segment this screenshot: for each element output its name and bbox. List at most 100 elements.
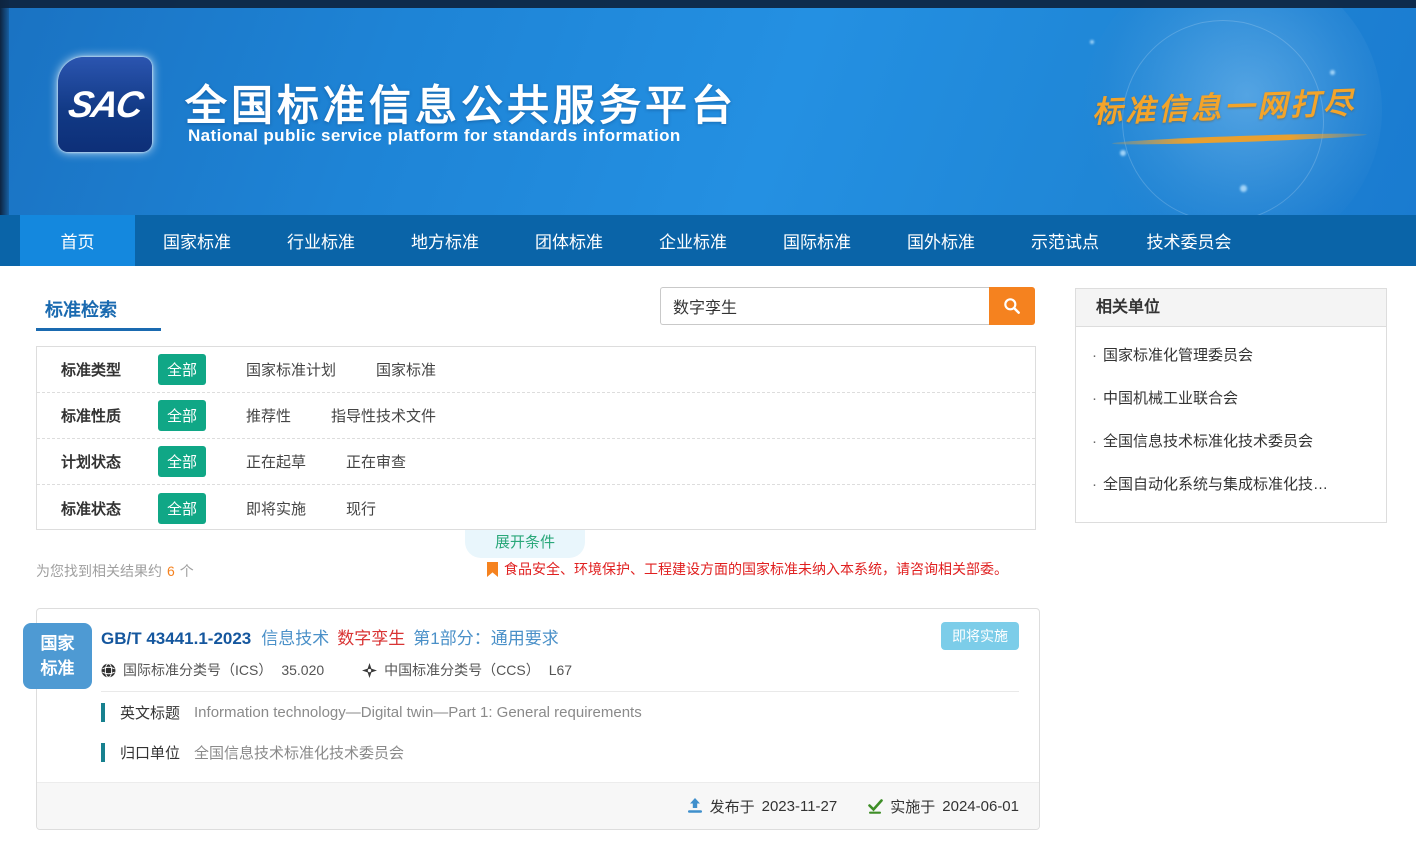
results-summary: 为您找到相关结果约 6 个 bbox=[36, 561, 194, 581]
filter-option[interactable]: 现行 bbox=[346, 498, 376, 519]
search-input[interactable] bbox=[660, 287, 989, 325]
standard-title-rest: 第1部分：通用要求 bbox=[413, 624, 558, 649]
list-bullet: · bbox=[1092, 476, 1097, 493]
related-units-panel: 相关单位 ·国家标准化管理委员会 ·中国机械工业联合会 ·全国信息技术标准化技术… bbox=[1075, 288, 1387, 523]
section-tab-underline bbox=[36, 328, 161, 331]
compass-icon bbox=[362, 663, 377, 678]
standard-title-segment: 信息技术 bbox=[261, 624, 329, 649]
decor-dot bbox=[1240, 185, 1247, 192]
filter-label: 标准状态 bbox=[61, 498, 158, 519]
related-unit-item[interactable]: ·全国自动化系统与集成标准化技… bbox=[1076, 462, 1386, 505]
check-icon bbox=[867, 799, 883, 814]
related-unit-item[interactable]: ·国家标准化管理委员会 bbox=[1076, 333, 1386, 376]
nav-tab-pilot-projects[interactable]: 示范试点 bbox=[1003, 215, 1127, 266]
ics-value: 35.020 bbox=[281, 662, 324, 678]
results-count: 6 bbox=[167, 563, 175, 579]
ics-label: 国际标准分类号（ICS） bbox=[123, 660, 272, 680]
filter-option[interactable]: 国家标准计划 bbox=[246, 359, 336, 380]
teal-marker-bar bbox=[101, 703, 105, 722]
search-button[interactable] bbox=[989, 287, 1035, 325]
related-units-title: 相关单位 bbox=[1076, 289, 1386, 327]
summary-prefix: 为您找到相关结果约 bbox=[36, 561, 162, 581]
system-notice: 食品安全、环境保护、工程建设方面的国家标准未纳入本系统，请咨询相关部委。 bbox=[487, 559, 1008, 579]
filter-option[interactable]: 正在审查 bbox=[346, 451, 406, 472]
related-unit-item[interactable]: ·全国信息技术标准化技术委员会 bbox=[1076, 419, 1386, 462]
nav-tab-home[interactable]: 首页 bbox=[20, 215, 135, 266]
search-box bbox=[660, 287, 1035, 325]
filter-row-standard-nature: 标准性质 全部 推荐性 指导性技术文件 bbox=[37, 393, 1035, 439]
card-footer: 发布于 2023-11-27 实施于 2024-06-01 bbox=[37, 782, 1039, 829]
committee-row: 归口单位 全国信息技术标准化技术委员会 bbox=[101, 742, 404, 763]
filter-label: 计划状态 bbox=[61, 451, 158, 472]
ccs-value: L67 bbox=[549, 662, 572, 678]
committee-value: 全国信息技术标准化技术委员会 bbox=[194, 742, 404, 763]
standard-result-card: 国家 标准 GB/T 43441.1-2023 信息技术 数字孪生 第1部分：通… bbox=[36, 608, 1040, 830]
filter-option[interactable]: 即将实施 bbox=[246, 498, 306, 519]
status-badge: 即将实施 bbox=[941, 622, 1019, 650]
page: SAC 全国标准信息公共服务平台 National public service… bbox=[0, 0, 1416, 845]
filter-label: 标准性质 bbox=[61, 405, 158, 426]
banner-top-edge bbox=[0, 0, 1416, 8]
ccs-group: 中国标准分类号（CCS） L67 bbox=[362, 660, 572, 680]
nav-tab-enterprise-standards[interactable]: 企业标准 bbox=[631, 215, 755, 266]
card-divider bbox=[101, 691, 1019, 692]
implement-date: 2024-06-01 bbox=[942, 798, 1019, 815]
nav-tab-technical-committees[interactable]: 技术委员会 bbox=[1127, 215, 1251, 266]
standard-title-link[interactable]: GB/T 43441.1-2023 信息技术 数字孪生 第1部分：通用要求 bbox=[101, 624, 559, 649]
filter-option[interactable]: 指导性技术文件 bbox=[331, 405, 436, 426]
nav-tab-national-standards[interactable]: 国家标准 bbox=[135, 215, 259, 266]
classification-row: 国际标准分类号（ICS） 35.020 中国标准分类号（CCS） L67 bbox=[101, 660, 572, 680]
platform-subtitle-en: National public service platform for sta… bbox=[188, 126, 681, 146]
decor-dot bbox=[1120, 150, 1126, 156]
filter-all-button[interactable]: 全部 bbox=[158, 446, 206, 477]
nav-tab-international-standards[interactable]: 国际标准 bbox=[755, 215, 879, 266]
filter-label: 标准类型 bbox=[61, 359, 158, 380]
standard-code: GB/T 43441.1-2023 bbox=[101, 629, 251, 649]
card-title-row: GB/T 43441.1-2023 信息技术 数字孪生 第1部分：通用要求 即将… bbox=[101, 622, 1019, 650]
english-title-label: 英文标题 bbox=[120, 702, 180, 723]
section-tab-standard-search[interactable]: 标准检索 bbox=[45, 296, 117, 322]
banner-left-edge bbox=[0, 0, 9, 215]
filter-row-standard-type: 标准类型 全部 国家标准计划 国家标准 bbox=[37, 347, 1035, 393]
bookmark-icon bbox=[487, 562, 498, 577]
expand-conditions-button[interactable]: 展开条件 bbox=[465, 530, 585, 558]
publish-label: 发布于 bbox=[710, 796, 755, 817]
filter-all-button[interactable]: 全部 bbox=[158, 354, 206, 385]
related-unit-item[interactable]: ·中国机械工业联合会 bbox=[1076, 376, 1386, 419]
nav-tab-industry-standards[interactable]: 行业标准 bbox=[259, 215, 383, 266]
summary-suffix: 个 bbox=[180, 561, 194, 581]
filter-option[interactable]: 国家标准 bbox=[376, 359, 436, 380]
main-nav: 首页 国家标准 行业标准 地方标准 团体标准 企业标准 国际标准 国外标准 示范… bbox=[0, 215, 1416, 266]
list-bullet: · bbox=[1092, 390, 1097, 407]
banner: SAC 全国标准信息公共服务平台 National public service… bbox=[0, 0, 1416, 215]
committee-label: 归口单位 bbox=[120, 742, 180, 763]
filter-all-button[interactable]: 全部 bbox=[158, 493, 206, 524]
decor-dot bbox=[1090, 40, 1094, 44]
implement-label: 实施于 bbox=[890, 796, 935, 817]
nav-tab-local-standards[interactable]: 地方标准 bbox=[383, 215, 507, 266]
publish-date-group: 发布于 2023-11-27 bbox=[687, 796, 838, 817]
filter-row-standard-status: 标准状态 全部 即将实施 现行 bbox=[37, 485, 1035, 531]
standard-title-keyword-highlight: 数字孪生 bbox=[337, 624, 405, 649]
filter-option[interactable]: 推荐性 bbox=[246, 405, 291, 426]
publish-date: 2023-11-27 bbox=[762, 798, 838, 815]
notice-text: 食品安全、环境保护、工程建设方面的国家标准未纳入本系统，请咨询相关部委。 bbox=[504, 559, 1008, 579]
list-bullet: · bbox=[1092, 347, 1097, 364]
sac-logo-text: SAC bbox=[65, 84, 145, 126]
nav-tab-group-standards[interactable]: 团体标准 bbox=[507, 215, 631, 266]
filter-panel: 标准类型 全部 国家标准计划 国家标准 标准性质 全部 推荐性 指导性技术文件 … bbox=[36, 346, 1036, 530]
related-units-list: ·国家标准化管理委员会 ·中国机械工业联合会 ·全国信息技术标准化技术委员会 ·… bbox=[1076, 327, 1386, 511]
filter-all-button[interactable]: 全部 bbox=[158, 400, 206, 431]
sac-logo[interactable]: SAC bbox=[58, 57, 152, 152]
implement-date-group: 实施于 2024-06-01 bbox=[867, 796, 1019, 817]
ccs-label: 中国标准分类号（CCS） bbox=[384, 660, 540, 680]
decor-dot bbox=[1330, 70, 1335, 75]
upload-icon bbox=[687, 798, 703, 814]
english-title-row: 英文标题 Information technology—Digital twin… bbox=[101, 702, 642, 723]
nav-tab-foreign-standards[interactable]: 国外标准 bbox=[879, 215, 1003, 266]
globe-icon bbox=[101, 663, 116, 678]
teal-marker-bar bbox=[101, 743, 105, 762]
filter-option[interactable]: 正在起草 bbox=[246, 451, 306, 472]
english-title-value: Information technology—Digital twin—Part… bbox=[194, 704, 642, 721]
national-standard-badge: 国家 标准 bbox=[23, 623, 92, 689]
